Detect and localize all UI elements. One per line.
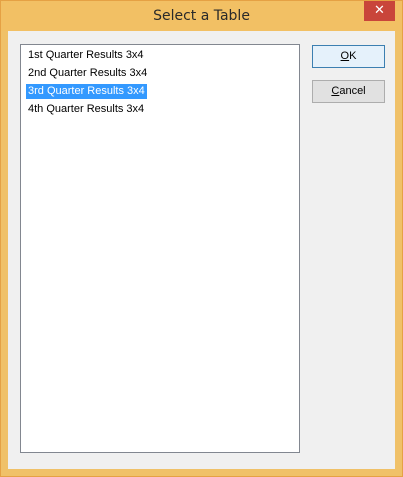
table-listbox[interactable]: 1st Quarter Results 3x4 2nd Quarter Resu… [20, 44, 300, 453]
ok-label-rest: K [349, 50, 357, 62]
close-icon: ✕ [374, 3, 385, 18]
list-item-3rd-quarter[interactable]: 3rd Quarter Results 3x4 [26, 84, 147, 99]
dialog-body: 1st Quarter Results 3x4 2nd Quarter Resu… [8, 31, 395, 469]
ok-button[interactable]: OK [312, 45, 385, 68]
list-item-1st-quarter[interactable]: 1st Quarter Results 3x4 [26, 48, 146, 63]
list-item-4th-quarter[interactable]: 4th Quarter Results 3x4 [26, 102, 146, 117]
ok-mnemonic: O [340, 50, 350, 62]
title-bar[interactable]: Select a Table ✕ [1, 1, 402, 31]
dialog-title: Select a Table [153, 8, 250, 24]
list-item-2nd-quarter[interactable]: 2nd Quarter Results 3x4 [26, 66, 149, 81]
cancel-button[interactable]: Cancel [312, 80, 385, 103]
close-button[interactable]: ✕ [364, 1, 395, 21]
cancel-label-rest: ancel [339, 85, 366, 97]
dialog-window: Select a Table ✕ 1st Quarter Results 3x4… [0, 0, 403, 477]
